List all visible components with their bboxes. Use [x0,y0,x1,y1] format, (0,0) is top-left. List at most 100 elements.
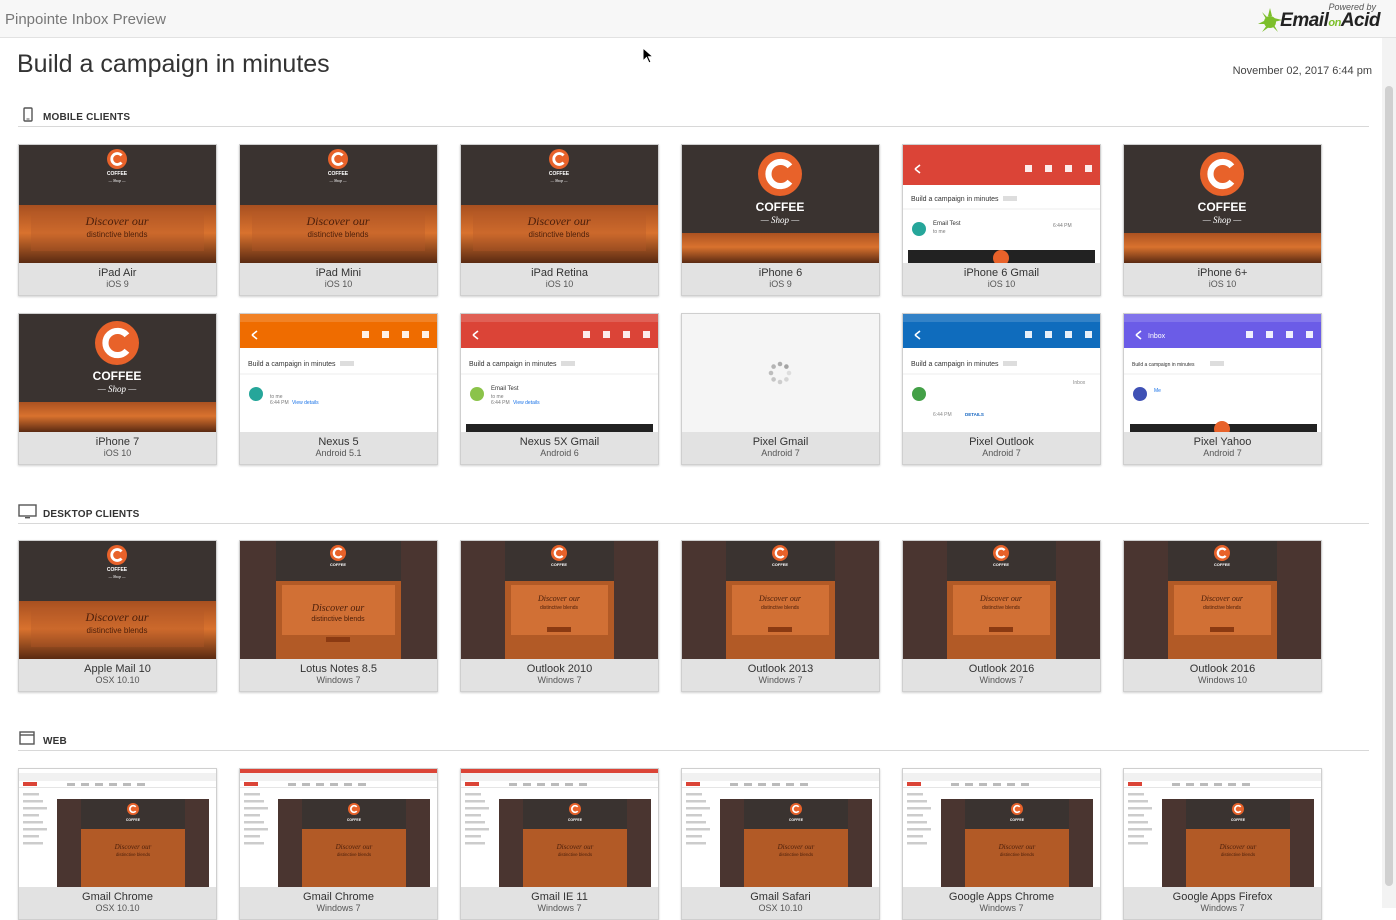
email-preview-thumbnail[interactable]: Build a campaign in minutes Email Test to … [903,145,1100,263]
svg-text:COFFEE: COFFEE [551,562,568,567]
email-preview-thumbnail[interactable]: COFFEE Discover our distinctive blends [682,541,879,659]
email-preview-thumbnail[interactable]: COFFEE Discover our distinctive blends [461,769,658,887]
svg-text:— Shop —: — Shop — [1202,215,1243,225]
page-scrollbar[interactable] [1382,38,1396,908]
email-preview-thumbnail[interactable]: COFFEE Discover our distinctive blends [903,769,1100,887]
email-preview-thumbnail[interactable]: COFFEE Discover our distinctive blends [1124,541,1321,659]
client-preview-card[interactable]: COFFEE Discover our distinctive blends G… [18,768,217,920]
svg-text:Build a campaign in minutes: Build a campaign in minutes [911,361,999,368]
email-preview-thumbnail[interactable]: COFFEE Discover our distinctive blends [19,769,216,887]
client-name: iPhone 7 [95,436,140,448]
svg-text:Discover our: Discover our [537,594,581,603]
email-preview-thumbnail[interactable]: Build a campaign in minutes to me 6:44 PM … [240,314,437,432]
svg-text:— Shop —: — Shop — [549,178,568,183]
svg-text:— Shop —: — Shop — [760,215,801,225]
client-os: iOS 10 [324,279,353,289]
coffee-badge-icon [549,149,569,169]
email-preview-thumbnail[interactable]: COFFEE — Shop — [1124,145,1321,263]
client-preview-card[interactable]: COFFEE Discover our distinctive blends O… [681,540,880,692]
email-preview-thumbnail[interactable]: Inbox Build a campaign in minutes Me [1124,314,1321,432]
svg-text:Discover our: Discover our [979,594,1023,603]
coffee-badge-icon [330,545,346,561]
monitor-icon [18,504,37,519]
coffee-badge-icon [95,321,139,365]
client-os: Windows 7 [758,675,803,685]
client-name: Pixel Gmail [752,436,809,448]
client-preview-card[interactable]: COFFEE Discover our distinctive blends G… [1123,768,1322,920]
svg-text:Discover our: Discover our [1200,594,1244,603]
client-preview-card[interactable]: Build a campaign in minutes Email Test to … [460,313,659,465]
client-name: Google Apps Firefox [1172,891,1273,903]
coffee-badge-icon [758,152,802,196]
svg-text:COFFEE: COFFEE [993,562,1010,567]
client-preview-card[interactable]: COFFEE — Shop — Discover our distinctive… [18,144,217,296]
client-preview-card[interactable]: COFFEE Discover our distinctive blends G… [902,768,1101,920]
svg-text:Inbox: Inbox [1148,333,1166,340]
email-preview-thumbnail[interactable]: COFFEE Discover our distinctive blends [461,541,658,659]
email-preview-thumbnail[interactable]: COFFEE — Shop — [19,314,216,432]
email-preview-thumbnail[interactable]: COFFEE — Shop — Discover our distinctive… [19,145,216,263]
section-header: MOBILE CLIENTS [18,107,1369,127]
email-preview-thumbnail[interactable]: COFFEE — Shop — Discover our distinctive… [19,541,216,659]
svg-text:COFFEE: COFFEE [107,171,128,177]
svg-text:distinctive blends: distinctive blends [779,852,814,857]
email-preview-thumbnail[interactable]: COFFEE Discover our distinctive blends [1124,769,1321,887]
email-preview-thumbnail[interactable]: COFFEE Discover our distinctive blends [240,541,437,659]
client-os: Windows 7 [537,903,582,913]
email-preview-thumbnail[interactable] [682,314,879,432]
email-preview-thumbnail[interactable]: COFFEE Discover our distinctive blends [903,541,1100,659]
logo-acid-text: Acid [1340,10,1381,31]
svg-text:COFFEE: COFFEE [1198,200,1247,214]
client-preview-card[interactable]: COFFEE — Shop — Discover our distinctive… [460,144,659,296]
section-header: DESKTOP CLIENTS [18,504,1369,524]
client-preview-card[interactable]: COFFEE Discover our distinctive blends G… [460,768,659,920]
email-preview-thumbnail[interactable]: Build a campaign in minutes Inbox 6:44 PM D… [903,314,1100,432]
client-preview-card[interactable]: COFFEE — Shop — iPhone 6 iOS 9 [681,144,880,296]
coffee-badge-icon [1214,545,1230,561]
client-preview-card[interactable]: Build a campaign in minutes Inbox 6:44 PM D… [902,313,1101,465]
client-preview-card[interactable]: COFFEE Discover our distinctive blends G… [239,768,438,920]
client-preview-card[interactable]: Build a campaign in minutes Email Test to … [902,144,1101,296]
client-preview-card[interactable]: Build a campaign in minutes to me 6:44 PM … [239,313,438,465]
client-preview-card[interactable]: Pixel Gmail Android 7 [681,313,880,465]
mobile-clients-section: MOBILE CLIENTS [18,107,1369,127]
preview-timestamp: November 02, 2017 6:44 pm [1232,65,1372,77]
client-preview-card[interactable]: COFFEE — Shop — iPhone 7 iOS 10 [18,313,217,465]
client-os: iOS 9 [106,279,129,289]
app-title: Pinpointe Inbox Preview [5,11,166,28]
client-preview-card[interactable]: COFFEE Discover our distinctive blends G… [681,768,880,920]
svg-text:— Shop —: — Shop — [107,574,126,579]
client-preview-card[interactable]: COFFEE Discover our distinctive blends O… [460,540,659,692]
client-os: Android 5.1 [315,448,362,458]
client-os: Windows 7 [537,675,582,685]
email-preview-thumbnail[interactable]: COFFEE — Shop — [682,145,879,263]
svg-text:COFFEE: COFFEE [328,171,349,177]
client-preview-card[interactable]: Inbox Build a campaign in minutes Me Pixel… [1123,313,1322,465]
scrollbar-thumb[interactable] [1385,86,1393,886]
svg-text:COFFEE: COFFEE [789,818,804,822]
client-preview-card[interactable]: COFFEE Discover our distinctive blends O… [902,540,1101,692]
svg-text:Discover our: Discover our [556,843,594,851]
client-preview-card[interactable]: COFFEE Discover our distinctive blends L… [239,540,438,692]
svg-text:Discover our: Discover our [311,603,365,614]
email-preview-thumbnail[interactable]: COFFEE Discover our distinctive blends [240,769,437,887]
email-preview-thumbnail[interactable]: Build a campaign in minutes Email Test to … [461,314,658,432]
client-preview-card[interactable]: COFFEE — Shop — Discover our distinctive… [18,540,217,692]
email-on-acid-logo[interactable]: Powered by EmailonAcid [1256,2,1381,36]
email-preview-thumbnail[interactable]: COFFEE — Shop — Discover our distinctive… [461,145,658,263]
client-os: Android 7 [761,448,800,458]
client-preview-card[interactable]: COFFEE — Shop — iPhone 6+ iOS 10 [1123,144,1322,296]
client-os: Windows 7 [316,903,361,913]
client-os: Android 7 [1203,448,1242,458]
coffee-badge-icon [569,803,581,815]
client-preview-card[interactable]: COFFEE — Shop — Discover our distinctive… [239,144,438,296]
svg-text:Discover our: Discover our [758,594,802,603]
client-name: iPad Mini [315,267,362,279]
svg-text:DETAILS: DETAILS [965,412,984,417]
phone-icon [23,107,33,122]
client-os: Android 7 [982,448,1021,458]
client-preview-card[interactable]: COFFEE Discover our distinctive blends O… [1123,540,1322,692]
email-preview-thumbnail[interactable]: COFFEE — Shop — Discover our distinctive… [240,145,437,263]
email-preview-thumbnail[interactable]: COFFEE Discover our distinctive blends [682,769,879,887]
desktop-clients-section: DESKTOP CLIENTS [18,504,1369,524]
